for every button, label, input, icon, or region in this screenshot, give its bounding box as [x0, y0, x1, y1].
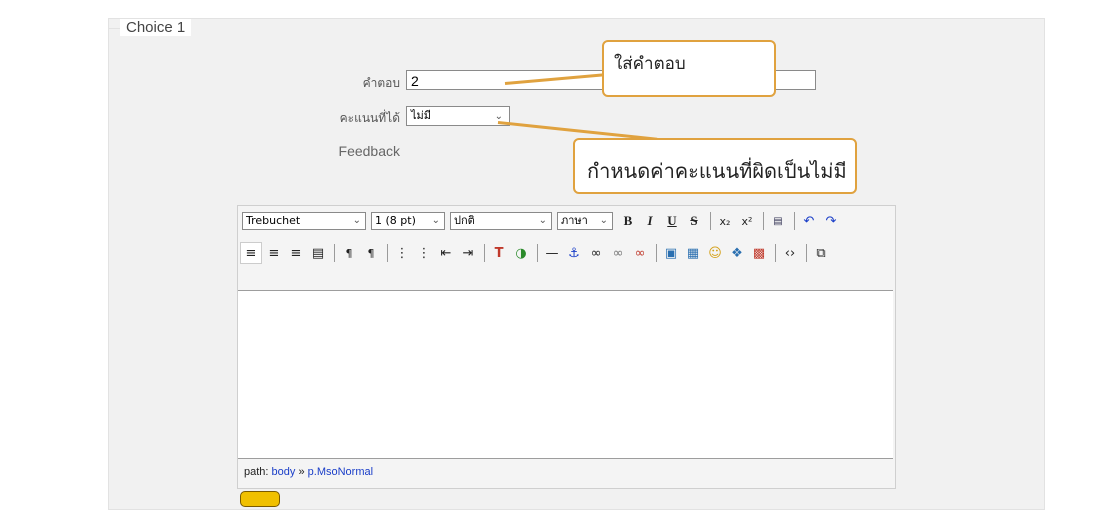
editor-content-area[interactable] — [238, 290, 893, 459]
toolbar-separator — [763, 212, 764, 230]
help-icon[interactable] — [240, 491, 280, 507]
align-center-icon[interactable]: ≡ — [264, 243, 284, 263]
language-value: ภาษา — [561, 214, 588, 227]
grade-select[interactable]: ไม่มี ⌄ — [406, 106, 510, 126]
outdent-icon[interactable]: ⇤ — [436, 243, 456, 263]
format-value: ปกติ — [454, 214, 475, 227]
answer-label: คำตอบ — [362, 76, 400, 90]
toolbar-separator — [484, 244, 485, 262]
chevron-down-icon: ⌄ — [352, 215, 361, 226]
language-select[interactable]: ภาษา ⌄ — [557, 212, 613, 230]
chevron-down-icon: ⌄ — [538, 215, 547, 226]
smiley-icon[interactable]: ☺ — [705, 243, 725, 263]
italic-icon[interactable]: I — [640, 211, 660, 231]
chevron-down-icon: ⌄ — [431, 215, 440, 226]
nolink-icon[interactable]: ∞ — [630, 243, 650, 263]
path-separator: » — [298, 466, 305, 478]
justify-icon[interactable]: ▤ — [308, 243, 328, 263]
toolbar-separator — [775, 244, 776, 262]
path-label: path: — [244, 466, 269, 478]
insert-image-icon[interactable]: ▣ — [661, 243, 681, 263]
rtl-icon[interactable]: ¶ — [361, 243, 381, 263]
toolbar-separator — [794, 212, 795, 230]
strikethrough-icon[interactable]: S — [684, 211, 704, 231]
font-family-select[interactable]: Trebuchet ⌄ — [242, 212, 366, 230]
underline-icon[interactable]: U — [662, 211, 682, 231]
path-link-body[interactable]: body — [272, 466, 296, 478]
font-size-value: 1 (8 pt) — [375, 214, 416, 227]
fullscreen-icon[interactable]: ⧉ — [811, 243, 831, 263]
toolbar-separator — [806, 244, 807, 262]
align-right-icon[interactable]: ≡ — [286, 243, 306, 263]
paste-word-icon[interactable]: ▤ — [768, 211, 788, 231]
anchor-icon[interactable]: ⚓ — [564, 243, 584, 263]
text-color-icon[interactable]: T — [489, 243, 509, 263]
html-source-icon[interactable]: ‹› — [780, 243, 800, 263]
indent-icon[interactable]: ⇥ — [458, 243, 478, 263]
html-editor: Trebuchet ⌄ 1 (8 pt) ⌄ ปกติ ⌄ ภาษา ⌄ B I… — [237, 205, 896, 489]
grade-select-value: ไม่มี — [411, 109, 432, 122]
align-left-icon[interactable]: ≡ — [240, 242, 262, 264]
answer-callout: ใส่คำตอบ — [602, 40, 776, 97]
format-select[interactable]: ปกติ ⌄ — [450, 212, 552, 230]
background-color-icon[interactable]: ◑ — [511, 243, 531, 263]
font-size-select[interactable]: 1 (8 pt) ⌄ — [371, 212, 445, 230]
toolbar-separator — [710, 212, 711, 230]
link-icon[interactable]: ∞ — [586, 243, 606, 263]
superscript-icon[interactable]: x² — [737, 211, 757, 231]
horizontal-rule-icon[interactable]: — — [542, 243, 562, 263]
toolbar-separator — [656, 244, 657, 262]
undo-icon[interactable]: ↶ — [799, 211, 819, 231]
subscript-icon[interactable]: x₂ — [715, 211, 735, 231]
toolbar-separator — [537, 244, 538, 262]
insert-table-icon[interactable]: ▦ — [683, 243, 703, 263]
choice-legend: Choice 1 — [120, 19, 192, 36]
toolbar-separator — [334, 244, 335, 262]
editor-toolbar-row-1: Trebuchet ⌄ 1 (8 pt) ⌄ ปกติ ⌄ ภาษา ⌄ B I… — [242, 209, 843, 233]
unlink-icon[interactable]: ∞ — [608, 243, 628, 263]
grade-callout: กำหนดค่าคะแนนที่ผิดเป็นไม่มี — [573, 138, 857, 194]
chevron-down-icon: ⌄ — [599, 215, 608, 226]
toolbar-separator — [387, 244, 388, 262]
redo-icon[interactable]: ↷ — [821, 211, 841, 231]
font-family-value: Trebuchet — [246, 214, 301, 227]
bold-icon[interactable]: B — [618, 211, 638, 231]
path-link-p[interactable]: p.MsoNormal — [308, 466, 373, 478]
editor-path-bar: path: body » p.MsoNormal — [238, 461, 893, 483]
editor-toolbar-row-2: ≡ ≡ ≡ ▤ ¶ ¶ ⋮ ⋮ ⇤ ⇥ T ◑ — ⚓ ∞ ∞ ∞ ▣ ▦ ☺ … — [240, 241, 833, 265]
grade-label: คะแนนที่ได้ — [339, 111, 400, 125]
unordered-list-icon[interactable]: ⋮ — [414, 243, 434, 263]
spellcheck-icon[interactable]: ▩ — [749, 243, 769, 263]
ltr-icon[interactable]: ¶ — [339, 243, 359, 263]
ordered-list-icon[interactable]: ⋮ — [392, 243, 412, 263]
special-char-icon[interactable]: ❖ — [727, 243, 747, 263]
feedback-label: Feedback — [338, 143, 400, 159]
